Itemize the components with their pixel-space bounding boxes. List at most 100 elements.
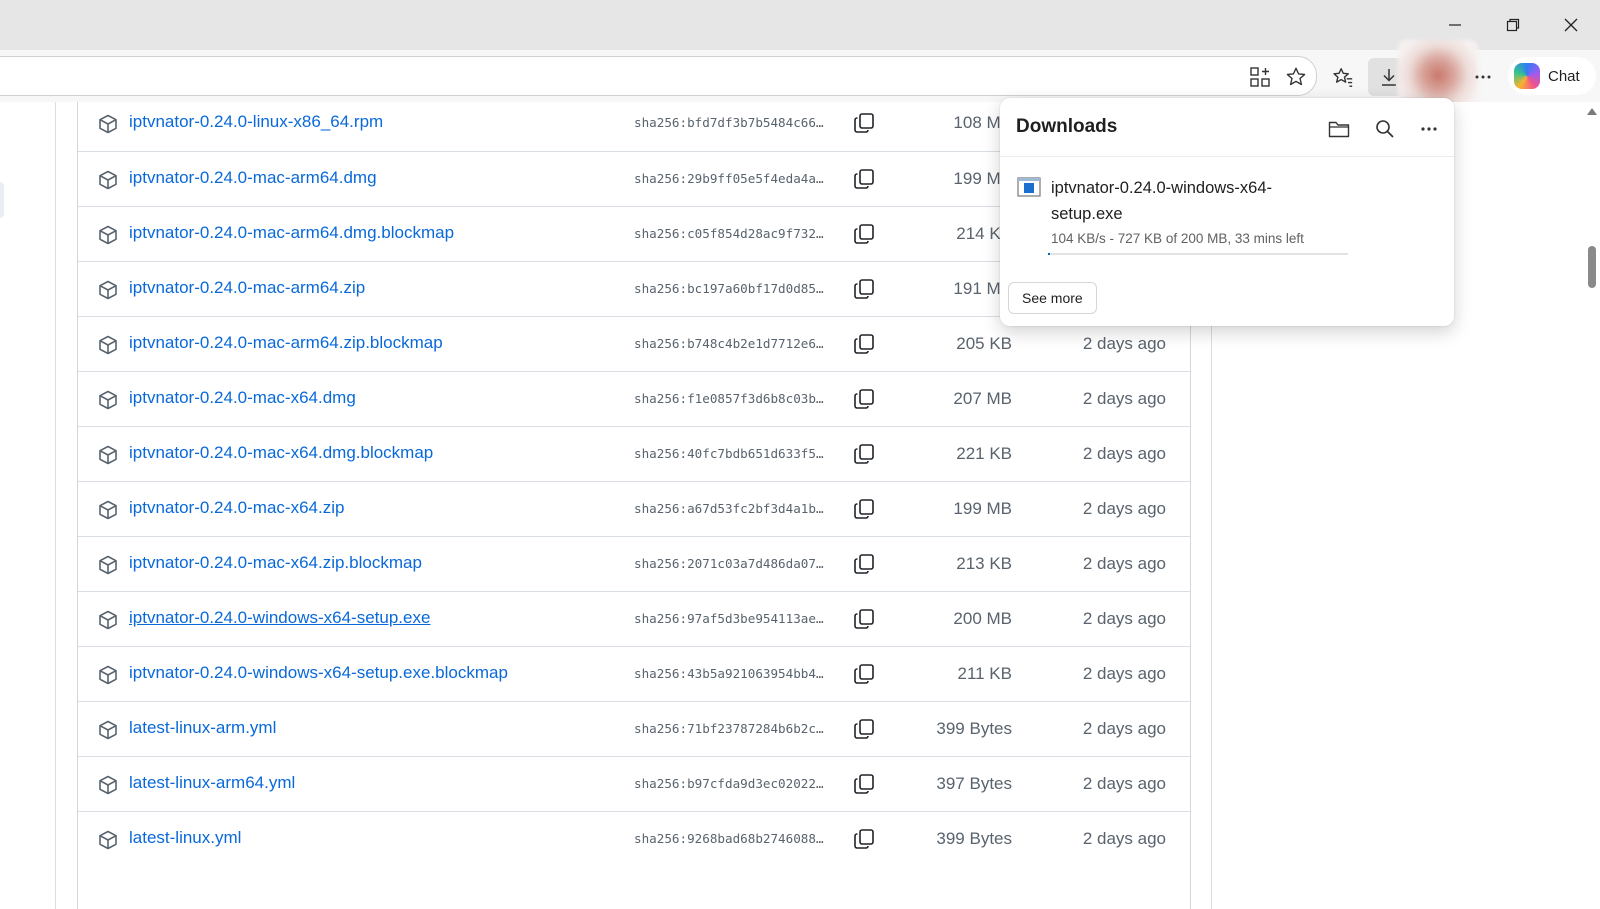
- search-icon: [1376, 120, 1394, 138]
- asset-sha256: sha256:2071c03a7d486da07…: [634, 556, 824, 571]
- search-downloads-button[interactable]: [1370, 114, 1400, 144]
- panel-divider: [1000, 156, 1454, 157]
- minimize-icon: [1449, 24, 1461, 26]
- copy-icon[interactable]: [853, 718, 875, 740]
- copy-icon[interactable]: [853, 828, 875, 850]
- package-icon: [98, 170, 118, 190]
- copy-icon[interactable]: [853, 553, 875, 575]
- more-button[interactable]: [1468, 62, 1498, 92]
- asset-size: 205 KB: [956, 334, 1012, 353]
- close-icon: [1564, 18, 1578, 32]
- package-icon: [98, 114, 118, 134]
- copy-icon[interactable]: [853, 608, 875, 630]
- apps-icon: [1250, 67, 1270, 87]
- chat-label: Chat: [1548, 67, 1580, 85]
- favorite-star-button[interactable]: [1281, 62, 1311, 92]
- download-progress-bar: [1048, 253, 1348, 255]
- asset-sha256: sha256:97af5d3be954113ae…: [634, 611, 824, 626]
- package-icon: [98, 830, 118, 850]
- see-more-button[interactable]: See more: [1008, 282, 1097, 314]
- asset-row: iptvnator-0.24.0-windows-x64-setup.exe sh…: [78, 591, 1190, 646]
- browser-toolbar: [0, 50, 1600, 102]
- downloads-more-button[interactable]: [1414, 114, 1444, 144]
- scroll-up-arrow[interactable]: [1587, 108, 1597, 115]
- asset-date: 2 days ago: [1082, 389, 1166, 408]
- package-icon: [98, 280, 118, 300]
- download-progress-fill: [1048, 253, 1050, 255]
- asset-size: 399 Bytes: [936, 829, 1012, 848]
- copy-icon[interactable]: [853, 773, 875, 795]
- favorites-button[interactable]: [1328, 62, 1358, 92]
- asset-link[interactable]: iptvnator-0.24.0-windows-x64-setup.exe: [129, 608, 430, 628]
- copy-icon[interactable]: [853, 112, 875, 134]
- downloads-title: Downloads: [1016, 116, 1118, 137]
- copilot-icon: [1514, 63, 1540, 89]
- copy-icon[interactable]: [853, 498, 875, 520]
- open-downloads-folder-button[interactable]: [1324, 114, 1354, 144]
- asset-link[interactable]: iptvnator-0.24.0-windows-x64-setup.exe.b…: [129, 663, 508, 683]
- package-icon: [98, 390, 118, 410]
- asset-date: 2 days ago: [1082, 499, 1166, 518]
- package-icon: [98, 610, 118, 630]
- asset-row: iptvnator-0.24.0-mac-x64.dmg sha256:f1e08…: [78, 371, 1190, 426]
- apps-button[interactable]: [1245, 62, 1275, 92]
- asset-link[interactable]: latest-linux-arm.yml: [129, 718, 276, 738]
- package-icon: [98, 665, 118, 685]
- asset-link[interactable]: latest-linux-arm64.yml: [129, 773, 295, 793]
- asset-link[interactable]: iptvnator-0.24.0-mac-arm64.zip: [129, 278, 365, 298]
- copy-icon[interactable]: [853, 223, 875, 245]
- asset-row: iptvnator-0.24.0-windows-x64-setup.exe.b…: [78, 646, 1190, 701]
- close-button[interactable]: [1542, 0, 1600, 50]
- copy-icon[interactable]: [853, 388, 875, 410]
- asset-date: 2 days ago: [1082, 554, 1166, 573]
- copy-icon[interactable]: [853, 278, 875, 300]
- download-filename[interactable]: iptvnator-0.24.0-windows-x64-setup.exe: [1051, 175, 1321, 227]
- restore-button[interactable]: [1484, 0, 1542, 50]
- asset-size: 397 Bytes: [936, 774, 1012, 793]
- asset-sha256: sha256:43b5a921063954bb4…: [634, 666, 824, 681]
- asset-date: 2 days ago: [1082, 774, 1166, 793]
- scrollbar-thumb[interactable]: [1588, 246, 1596, 288]
- asset-size: 200 MB: [953, 609, 1012, 628]
- asset-link[interactable]: iptvnator-0.24.0-mac-x64.dmg: [129, 388, 356, 408]
- asset-link[interactable]: iptvnator-0.24.0-linux-x86_64.rpm: [129, 112, 383, 132]
- asset-date: 2 days ago: [1082, 719, 1166, 738]
- package-icon: [98, 335, 118, 355]
- folder-icon: [1328, 121, 1350, 138]
- asset-sha256: sha256:b97cfda9d3ec02022…: [634, 776, 824, 791]
- page-scrollbar[interactable]: [1584, 102, 1600, 909]
- asset-sha256: sha256:71bf23787284b6b2c…: [634, 721, 824, 736]
- copy-icon[interactable]: [853, 168, 875, 190]
- package-icon: [98, 445, 118, 465]
- asset-date: 2 days ago: [1082, 334, 1166, 353]
- asset-row: latest-linux.yml sha256:9268bad68b2746088…: [78, 811, 1190, 866]
- copy-icon[interactable]: [853, 443, 875, 465]
- asset-size: 199 MB: [953, 499, 1012, 518]
- asset-link[interactable]: iptvnator-0.24.0-mac-x64.dmg.blockmap: [129, 443, 433, 463]
- copilot-chat-button[interactable]: Chat: [1508, 57, 1596, 95]
- asset-size: 207 MB: [953, 389, 1012, 408]
- asset-row: iptvnator-0.24.0-mac-x64.zip sha256:a67d5…: [78, 481, 1190, 536]
- asset-sha256: sha256:9268bad68b2746088…: [634, 831, 824, 846]
- asset-link[interactable]: latest-linux.yml: [129, 828, 241, 848]
- asset-link[interactable]: iptvnator-0.24.0-mac-x64.zip.blockmap: [129, 553, 422, 573]
- copy-icon[interactable]: [853, 333, 875, 355]
- asset-link[interactable]: iptvnator-0.24.0-mac-x64.zip: [129, 498, 344, 518]
- more-icon: [1475, 75, 1491, 79]
- asset-link[interactable]: iptvnator-0.24.0-mac-arm64.zip.blockmap: [129, 333, 443, 353]
- side-tab: [0, 182, 4, 218]
- asset-sha256: sha256:a67d53fc2bf3d4a1b…: [634, 501, 824, 516]
- package-icon: [98, 775, 118, 795]
- asset-sha256: sha256:bc197a60bf17d0d85…: [634, 281, 824, 296]
- more-icon: [1421, 127, 1437, 131]
- asset-date: 2 days ago: [1082, 829, 1166, 848]
- copy-icon[interactable]: [853, 663, 875, 685]
- asset-link[interactable]: iptvnator-0.24.0-mac-arm64.dmg: [129, 168, 377, 188]
- asset-link[interactable]: iptvnator-0.24.0-mac-arm64.dmg.blockmap: [129, 223, 454, 243]
- asset-sha256: sha256:bfd7df3b7b5484c66…: [634, 115, 824, 130]
- favorites-icon: [1333, 68, 1353, 87]
- title-bar: [0, 0, 1600, 50]
- address-bar[interactable]: [0, 56, 1317, 96]
- asset-size: 213 KB: [956, 554, 1012, 573]
- asset-size: 211 KB: [957, 664, 1012, 683]
